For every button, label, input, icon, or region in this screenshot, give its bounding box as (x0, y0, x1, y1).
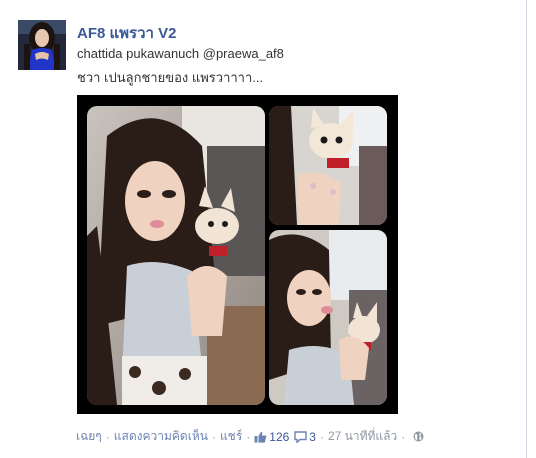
speech-bubble-icon (294, 430, 307, 443)
post-photo[interactable] (77, 95, 398, 414)
separator: · (246, 429, 251, 444)
avatar[interactable] (18, 20, 66, 70)
like-link[interactable]: เฉยๆ (76, 427, 102, 446)
globe-icon[interactable] (413, 431, 424, 442)
post-message-line-1: chattida pukawanuch @praewa_af8 (77, 46, 284, 61)
photo-panel-bottom-right (269, 230, 387, 405)
like-count[interactable]: 126 (254, 430, 289, 444)
author-name-link[interactable]: AF8 แพรวา V2 (77, 21, 176, 45)
thumbs-up-icon (254, 431, 267, 443)
comment-count-value: 3 (309, 429, 316, 444)
frame-divider (526, 0, 527, 458)
post-message-line-2: ชวา เปนลูกชายของ แพรวาาาา... (77, 70, 264, 85)
separator: · (211, 429, 216, 444)
timestamp[interactable]: 27 นาทีที่แล้ว (328, 427, 397, 446)
like-count-value: 126 (269, 429, 290, 444)
post-actions-bar: เฉยๆ · แสดงความคิดเห็น · แชร์ · 126 3 · … (76, 427, 424, 446)
separator: · (319, 429, 324, 444)
comment-link[interactable]: แสดงความคิดเห็น (114, 427, 208, 446)
photo-panel-main (87, 106, 265, 405)
separator: · (105, 429, 110, 444)
share-link[interactable]: แชร์ (220, 427, 242, 446)
comment-count[interactable]: 3 (294, 430, 316, 444)
photo-panel-top-right (269, 106, 387, 225)
separator: · (401, 429, 406, 444)
